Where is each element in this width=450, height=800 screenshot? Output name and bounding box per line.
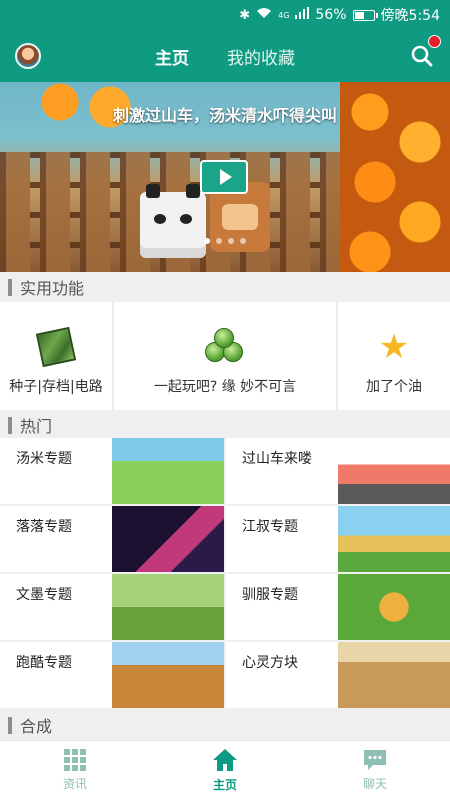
status-bar: ✱ 4G 56% 傍晚5:54: [0, 0, 450, 30]
hot-item-name: 过山车来喽: [242, 451, 312, 467]
section-header-features: 实用功能: [0, 272, 450, 302]
network-type-label: 4G: [278, 10, 290, 20]
star-icon: ★: [378, 327, 410, 367]
features-row: 种子|存档|电路 一起玩吧? 缘 妙不可言 ★ 加了个油: [0, 302, 450, 410]
signal-icon: [295, 7, 310, 23]
hot-item-thumbnail: [338, 506, 450, 572]
carousel-dot[interactable]: [204, 238, 210, 244]
banner-character-panda: [140, 184, 206, 258]
section-title: 实用功能: [20, 279, 85, 298]
hot-item-name: 驯服专题: [242, 587, 298, 603]
section-header-hot: 热门: [0, 410, 450, 440]
carousel-dot[interactable]: [240, 238, 246, 244]
feature-seeds[interactable]: 种子|存档|电路: [0, 302, 112, 410]
chat-icon: [364, 750, 386, 770]
home-icon: [213, 749, 237, 771]
battery-fill: [354, 11, 365, 19]
hot-item-name: 文墨专题: [16, 587, 72, 603]
hot-item-thumbnail: [338, 642, 450, 708]
section-marker: [8, 716, 12, 734]
grid-icon: [64, 749, 86, 771]
section-marker: [8, 416, 12, 434]
hot-item-thumbnail: [112, 506, 224, 572]
nav-label: 聊天: [362, 777, 387, 791]
clock: 傍晚5:54: [380, 8, 440, 24]
hot-item-name: 汤米专题: [16, 451, 72, 467]
carousel-dots: [0, 238, 450, 244]
hot-item-uncle-jiang[interactable]: 江叔专题: [226, 506, 450, 572]
hot-item-thumbnail: [338, 438, 450, 504]
feature-refuel[interactable]: ★ 加了个油: [338, 302, 450, 410]
nav-news[interactable]: 资讯: [0, 741, 150, 800]
hot-item-name: 心灵方块: [242, 655, 298, 671]
hot-item-thumbnail: [112, 438, 224, 504]
hot-item-name: 落落专题: [16, 519, 72, 535]
banner-title: 刺激过山车，汤米清水吓得尖叫: [112, 106, 337, 125]
hot-item-wenmo[interactable]: 文墨专题: [0, 574, 224, 640]
section-title: 合成: [20, 717, 53, 736]
bluetooth-icon: ✱: [239, 7, 251, 23]
hot-item-soul-cube[interactable]: 心灵方块: [226, 642, 450, 708]
hot-item-tommy[interactable]: 汤米专题: [0, 438, 224, 504]
battery-percent: 56%: [315, 7, 347, 23]
hot-item-thumbnail: [112, 642, 224, 708]
app-header: 主页 我的收藏: [0, 30, 450, 82]
nav-label: 资讯: [62, 777, 87, 791]
battery-icon: [352, 9, 378, 21]
section-marker: [8, 278, 12, 296]
nav-home[interactable]: 主页: [150, 741, 300, 800]
map-icon: [35, 326, 77, 368]
feature-play-together[interactable]: 一起玩吧? 缘 妙不可言: [114, 302, 336, 410]
feature-label: 种子|存档|电路: [9, 379, 103, 395]
hot-item-parkour[interactable]: 跑酷专题: [0, 642, 224, 708]
bottom-nav: 资讯 主页 聊天: [0, 740, 450, 800]
hot-grid: 汤米专题 过山车来喽 落落专题 江叔专题 文墨专题 驯服专题 跑酷专题 心灵方块: [0, 438, 450, 710]
notification-badge: [428, 35, 441, 48]
hot-item-luoluo[interactable]: 落落专题: [0, 506, 224, 572]
section-title: 热门: [20, 417, 53, 436]
tab-favorites[interactable]: 我的收藏: [227, 44, 295, 69]
carousel-dot[interactable]: [216, 238, 222, 244]
play-icon[interactable]: [200, 160, 248, 194]
wifi-icon: [256, 7, 272, 23]
top-tabs: 主页 我的收藏: [0, 30, 450, 82]
nav-chat[interactable]: 聊天: [300, 741, 450, 800]
search-icon[interactable]: [410, 44, 434, 68]
feature-label: 加了个油: [366, 379, 422, 395]
green-balls-icon: [205, 328, 245, 364]
nav-label: 主页: [212, 778, 237, 792]
feature-label: 一起玩吧? 缘 妙不可言: [153, 379, 297, 395]
hot-item-name: 江叔专题: [242, 519, 298, 535]
hot-item-name: 跑酷专题: [16, 655, 72, 671]
section-header-compose: 合成: [0, 710, 450, 740]
hot-item-thumbnail: [338, 574, 450, 640]
hot-item-rollercoaster[interactable]: 过山车来喽: [226, 438, 450, 504]
tab-home[interactable]: 主页: [155, 44, 189, 69]
carousel-dot[interactable]: [228, 238, 234, 244]
hot-item-taming[interactable]: 驯服专题: [226, 574, 450, 640]
hot-item-thumbnail: [112, 574, 224, 640]
